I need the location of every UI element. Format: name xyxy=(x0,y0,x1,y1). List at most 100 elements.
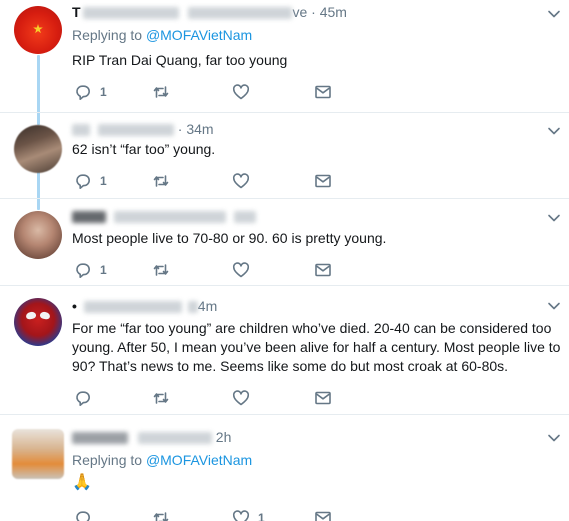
handle-redacted xyxy=(83,301,182,314)
tweet[interactable]: • 4m For me “far too young” are children… xyxy=(0,286,569,414)
tweet-text: 62 isn’t “far too” young. xyxy=(72,141,216,157)
tweet-text: 🙏 xyxy=(72,474,92,491)
heart-icon xyxy=(232,390,250,406)
timestamp[interactable]: 4m xyxy=(198,298,217,314)
envelope-icon xyxy=(315,391,331,405)
tweet-actions xyxy=(72,388,372,408)
direct-message-button[interactable] xyxy=(314,260,332,280)
tweet-header: 2h xyxy=(72,429,231,445)
handle-redacted xyxy=(137,432,212,445)
handle-redacted xyxy=(187,301,198,314)
retweet-icon xyxy=(153,175,169,187)
like-button[interactable] xyxy=(232,171,250,191)
envelope-icon xyxy=(315,85,331,99)
tweet-actions: 1 xyxy=(72,260,372,280)
tweet-header: • 4m xyxy=(72,298,217,314)
reply-count: 1 xyxy=(100,263,107,277)
timestamp[interactable]: 2h xyxy=(216,429,232,445)
like-button[interactable] xyxy=(232,260,250,280)
tweet-header: · 34m xyxy=(72,121,214,137)
retweet-button[interactable] xyxy=(152,508,170,521)
tweet[interactable]: Most people live to 70-80 or 90. 60 is p… xyxy=(0,199,569,285)
more-options-button[interactable] xyxy=(547,124,561,138)
direct-message-button[interactable] xyxy=(314,508,332,521)
tweet-actions: 1 xyxy=(72,508,372,521)
replying-to-label: Replying to xyxy=(72,27,143,43)
heart-icon xyxy=(232,262,250,278)
author-name[interactable]: T xyxy=(72,4,81,20)
handle-redacted xyxy=(113,211,226,224)
retweet-button[interactable] xyxy=(152,388,170,408)
retweet-button[interactable] xyxy=(152,82,170,102)
chevron-down-icon xyxy=(548,214,560,222)
reply-icon xyxy=(76,85,90,100)
direct-message-button[interactable] xyxy=(314,388,332,408)
author-name-redacted xyxy=(72,124,90,137)
reply-button[interactable] xyxy=(74,388,100,408)
tweet-text: Most people live to 70-80 or 90. 60 is p… xyxy=(72,230,387,246)
reply-mention-link[interactable]: @MOFAVietNam xyxy=(146,452,252,468)
heart-icon xyxy=(232,84,250,100)
chevron-down-icon xyxy=(548,127,560,135)
timestamp[interactable]: · 45m xyxy=(311,4,347,20)
tweet-text: RIP Tran Dai Quang, far too young xyxy=(72,52,288,68)
reply-mention-link[interactable]: @MOFAVietNam xyxy=(146,27,252,43)
retweet-button[interactable] xyxy=(152,260,170,280)
author-bullet: • xyxy=(72,298,77,314)
tweet-actions: 1 xyxy=(72,82,372,102)
timestamp-redacted xyxy=(233,211,256,224)
replying-to: Replying to @MOFAVietNam xyxy=(72,27,252,43)
retweet-icon xyxy=(153,86,169,98)
reply-icon xyxy=(76,174,90,189)
reply-button[interactable]: 1 xyxy=(74,260,107,280)
avatar[interactable] xyxy=(12,429,64,479)
tweet[interactable]: · 34m 62 isn’t “far too” young. 1 xyxy=(0,113,569,198)
reply-button[interactable]: 1 xyxy=(74,171,107,191)
heart-icon xyxy=(232,510,250,521)
reply-button[interactable] xyxy=(74,508,92,521)
reply-icon xyxy=(76,263,90,278)
retweet-icon xyxy=(153,392,169,404)
chevron-down-icon xyxy=(548,10,560,18)
like-button[interactable]: 1 xyxy=(232,508,265,521)
more-options-button[interactable] xyxy=(547,299,561,313)
reply-count: 1 xyxy=(100,85,107,99)
direct-message-button[interactable] xyxy=(314,171,332,191)
timestamp[interactable]: · 34m xyxy=(178,121,214,137)
reply-thread: T ve · 45m Replying to @MOFAVietNam RIP … xyxy=(0,0,569,521)
avatar[interactable] xyxy=(14,298,62,346)
handle-redacted xyxy=(188,7,293,20)
more-options-button[interactable] xyxy=(547,211,561,225)
like-button[interactable] xyxy=(232,388,250,408)
retweet-button[interactable] xyxy=(152,171,170,191)
chevron-down-icon xyxy=(548,302,560,310)
author-name-redacted xyxy=(72,432,128,445)
like-button[interactable] xyxy=(232,82,250,102)
retweet-icon xyxy=(153,264,169,276)
tweet-text: For me “far too young” are children who’… xyxy=(72,320,561,374)
envelope-icon xyxy=(315,174,331,188)
replying-to-label: Replying to xyxy=(72,452,143,468)
chevron-down-icon xyxy=(548,434,560,442)
avatar[interactable] xyxy=(14,125,62,173)
tweet-header: T ve · 45m xyxy=(72,4,347,20)
more-options-button[interactable] xyxy=(547,431,561,445)
tweet-header xyxy=(72,208,256,224)
envelope-icon xyxy=(315,511,331,521)
tweet[interactable]: 2h Replying to @MOFAVietNam 🙏 1 xyxy=(0,415,569,521)
reply-count: 1 xyxy=(100,174,107,188)
reply-button[interactable]: 1 xyxy=(74,82,107,102)
reply-icon xyxy=(76,511,90,521)
handle-redacted xyxy=(97,124,174,137)
avatar[interactable] xyxy=(14,6,62,54)
author-name-redacted xyxy=(72,211,106,224)
envelope-icon xyxy=(315,263,331,277)
avatar[interactable] xyxy=(14,211,62,259)
replying-to: Replying to @MOFAVietNam xyxy=(72,452,252,468)
tweet[interactable]: T ve · 45m Replying to @MOFAVietNam RIP … xyxy=(0,0,569,112)
handle-suffix: ve xyxy=(292,4,308,20)
author-name-redacted xyxy=(82,7,179,20)
more-options-button[interactable] xyxy=(547,7,561,21)
tweet-actions: 1 xyxy=(72,171,372,191)
direct-message-button[interactable] xyxy=(314,82,332,102)
